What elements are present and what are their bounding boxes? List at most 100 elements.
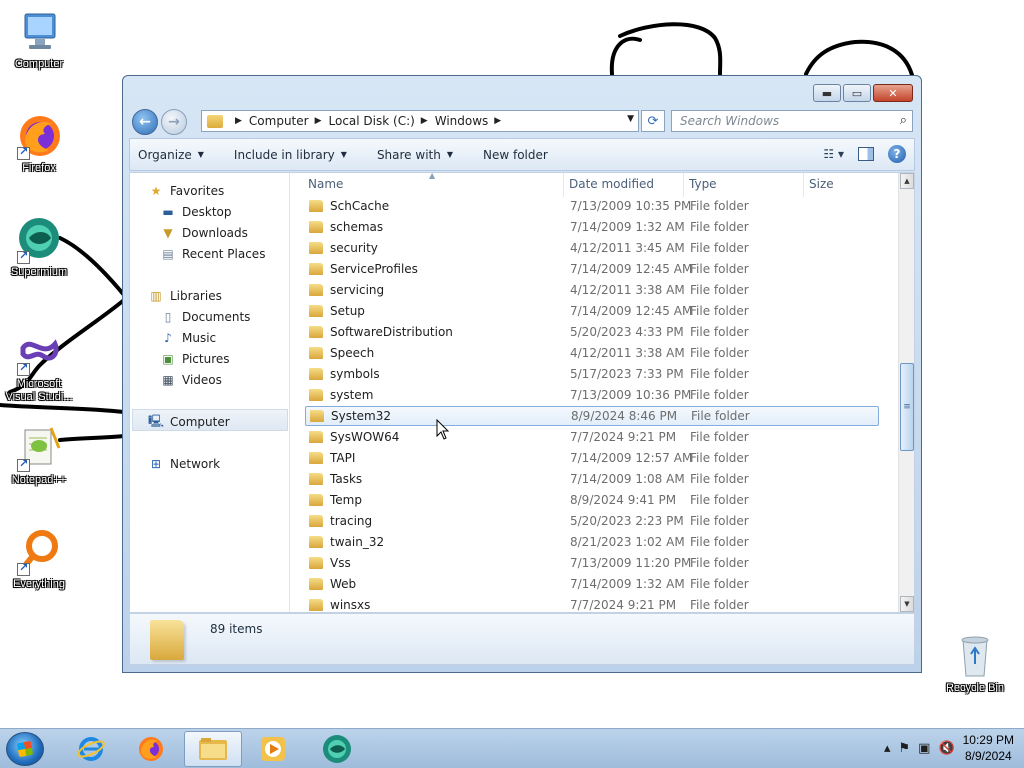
file-date-modified: 4/12/2011 3:38 AM (570, 346, 685, 360)
column-header-date-modified[interactable]: Date modified (569, 177, 654, 191)
file-row[interactable]: tracing 5/20/2023 2:23 PM File folder (303, 511, 895, 531)
nav-documents[interactable]: ▯ Documents (160, 307, 251, 327)
shortcut-arrow-icon (17, 145, 30, 160)
forward-button[interactable]: → (161, 109, 187, 135)
chevron-down-icon[interactable]: ▼ (627, 114, 634, 124)
nav-label: Documents (182, 310, 251, 324)
file-row[interactable]: system 7/13/2009 10:36 PM File folder (303, 385, 895, 405)
search-input[interactable]: Search Windows ⌕ (671, 110, 913, 132)
chevron-right-icon[interactable]: ▶ (315, 116, 322, 126)
share-with-label: Share with (376, 147, 441, 162)
desktop-icon-firefox[interactable]: Firefox (1, 112, 77, 175)
scrollbar-thumb[interactable]: ≡ (900, 363, 914, 451)
scroll-up-button[interactable]: ▲ (900, 173, 914, 189)
file-row[interactable]: SchCache 7/13/2009 10:35 PM File folder (303, 196, 895, 216)
folder-icon (309, 368, 323, 380)
breadcrumb-windows[interactable]: Windows (435, 114, 489, 128)
network-icon[interactable]: ▣ (918, 741, 930, 756)
nav-network[interactable]: ⊞ Network (148, 454, 220, 474)
taskbar-internet-explorer[interactable] (62, 731, 120, 767)
minimize-button[interactable]: ▬ (813, 84, 841, 102)
column-divider[interactable] (683, 173, 684, 197)
nav-pictures[interactable]: ▣ Pictures (160, 349, 229, 369)
nav-label: Network (170, 457, 221, 471)
file-type: File folder (690, 283, 749, 297)
file-row[interactable]: servicing 4/12/2011 3:38 AM File folder (303, 280, 895, 300)
file-row[interactable]: System32 8/9/2024 8:46 PM File folder (305, 406, 879, 426)
nav-desktop[interactable]: ▬ Desktop (160, 202, 231, 222)
file-row[interactable]: ServiceProfiles 7/14/2009 12:45 AM File fo… (303, 259, 895, 279)
file-row[interactable]: Web 7/14/2009 1:32 AM File folder (303, 574, 895, 594)
computer-icon: 🖳 (148, 413, 165, 428)
maximize-button[interactable]: ▭ (843, 84, 871, 102)
search-icon[interactable]: ⌕ (900, 113, 907, 128)
desktop-icon-visual-studio[interactable]: Microsoft Visual Studi... (1, 328, 77, 404)
supermium-icon (15, 216, 63, 264)
preview-pane-icon[interactable] (858, 147, 874, 161)
organize-button[interactable]: Organize ▼ (138, 148, 204, 162)
taskbar-supermium[interactable] (308, 731, 366, 767)
nav-favorites[interactable]: ★ Favorites (148, 181, 225, 201)
music-icon: ♪ (164, 331, 172, 345)
action-center-flag-icon[interactable]: ⚑ (898, 741, 910, 756)
folder-icon (309, 599, 323, 611)
column-header-type[interactable]: Type (689, 177, 717, 191)
back-button[interactable]: ← (132, 109, 158, 135)
nav-libraries[interactable]: ▥ Libraries (148, 286, 222, 306)
nav-recent-places[interactable]: ▤ Recent Places (160, 244, 265, 264)
help-icon[interactable]: ? (888, 145, 906, 163)
address-bar[interactable]: ▶ Computer ▶ Local Disk (C:) ▶ Windows ▶… (201, 110, 639, 132)
volume-muted-icon[interactable]: 🔇 (938, 741, 954, 756)
file-name: Temp (330, 493, 362, 507)
chevron-right-icon[interactable]: ▶ (421, 116, 428, 126)
nav-videos[interactable]: ▦ Videos (160, 370, 222, 390)
column-divider[interactable] (563, 173, 564, 197)
view-options-button[interactable]: ☷ ▾ (823, 147, 844, 161)
file-date-modified: 7/14/2009 1:08 AM (570, 472, 685, 486)
scroll-down-button[interactable]: ▼ (900, 596, 914, 612)
chevron-right-icon[interactable]: ▶ (494, 116, 501, 126)
refresh-button[interactable]: ⟳ (641, 110, 665, 132)
include-in-library-button[interactable]: Include in library ▼ (234, 148, 347, 162)
breadcrumb-local-disk[interactable]: Local Disk (C:) (329, 114, 415, 128)
column-header-name[interactable]: Name (308, 177, 343, 191)
taskbar-firefox[interactable] (122, 731, 180, 767)
file-name: TAPI (330, 451, 356, 465)
file-row[interactable]: symbols 5/17/2023 7:33 PM File folder (303, 364, 895, 384)
file-row[interactable]: Tasks 7/14/2009 1:08 AM File folder (303, 469, 895, 489)
file-row[interactable]: Temp 8/9/2024 9:41 PM File folder (303, 490, 895, 510)
column-header-size[interactable]: Size (809, 177, 834, 191)
file-row[interactable]: Speech 4/12/2011 3:38 AM File folder (303, 343, 895, 363)
nav-music[interactable]: ♪ Music (160, 328, 216, 348)
file-row[interactable]: Vss 7/13/2009 11:20 PM File folder (303, 553, 895, 573)
desktop-icon-notepadpp[interactable]: Notepad++ (1, 424, 77, 487)
share-with-button[interactable]: Share with ▼ (377, 148, 453, 162)
desktop-icon-everything[interactable]: Everything (1, 528, 77, 591)
file-row[interactable]: SoftwareDistribution 5/20/2023 4:33 PM Fil… (303, 322, 895, 342)
file-row[interactable]: twain_32 8/21/2023 1:02 AM File folder (303, 532, 895, 552)
file-row[interactable]: security 4/12/2011 3:45 AM File folder (303, 238, 895, 258)
show-hidden-icons-icon[interactable]: ▴ (884, 741, 891, 756)
desktop-icon-computer[interactable]: Computer (1, 8, 77, 71)
vertical-scrollbar[interactable]: ▲ ≡ ▼ (898, 173, 914, 612)
breadcrumb-computer[interactable]: Computer (249, 114, 309, 128)
clock[interactable]: 10:29 PM 8/9/2024 (963, 732, 1014, 764)
nav-downloads[interactable]: ▼ Downloads (160, 223, 248, 243)
new-folder-button[interactable]: New folder (483, 148, 548, 162)
desktop-icon-recycle-bin[interactable]: Recycle Bin (937, 632, 1013, 695)
file-row[interactable]: winsxs 7/7/2024 9:21 PM File folder (303, 595, 895, 612)
taskbar-media-player[interactable] (244, 731, 302, 767)
file-row[interactable]: TAPI 7/14/2009 12:57 AM File folder (303, 448, 895, 468)
nav-computer[interactable]: 🖳 Computer (148, 412, 230, 432)
file-row[interactable]: schemas 7/14/2009 1:32 AM File folder (303, 217, 895, 237)
visual-studio-icon (15, 328, 63, 376)
column-divider[interactable] (803, 173, 804, 197)
desktop-icon-label: Computer (14, 58, 64, 70)
file-row[interactable]: SysWOW64 7/7/2024 9:21 PM File folder (303, 427, 895, 447)
taskbar-explorer[interactable] (184, 731, 242, 767)
close-button[interactable]: ✕ (873, 84, 913, 102)
file-row[interactable]: Setup 7/14/2009 12:45 AM File folder (303, 301, 895, 321)
desktop-icon-supermium[interactable]: Supermium (1, 216, 77, 279)
file-date-modified: 8/9/2024 8:46 PM (571, 409, 678, 423)
start-button[interactable] (6, 732, 44, 766)
